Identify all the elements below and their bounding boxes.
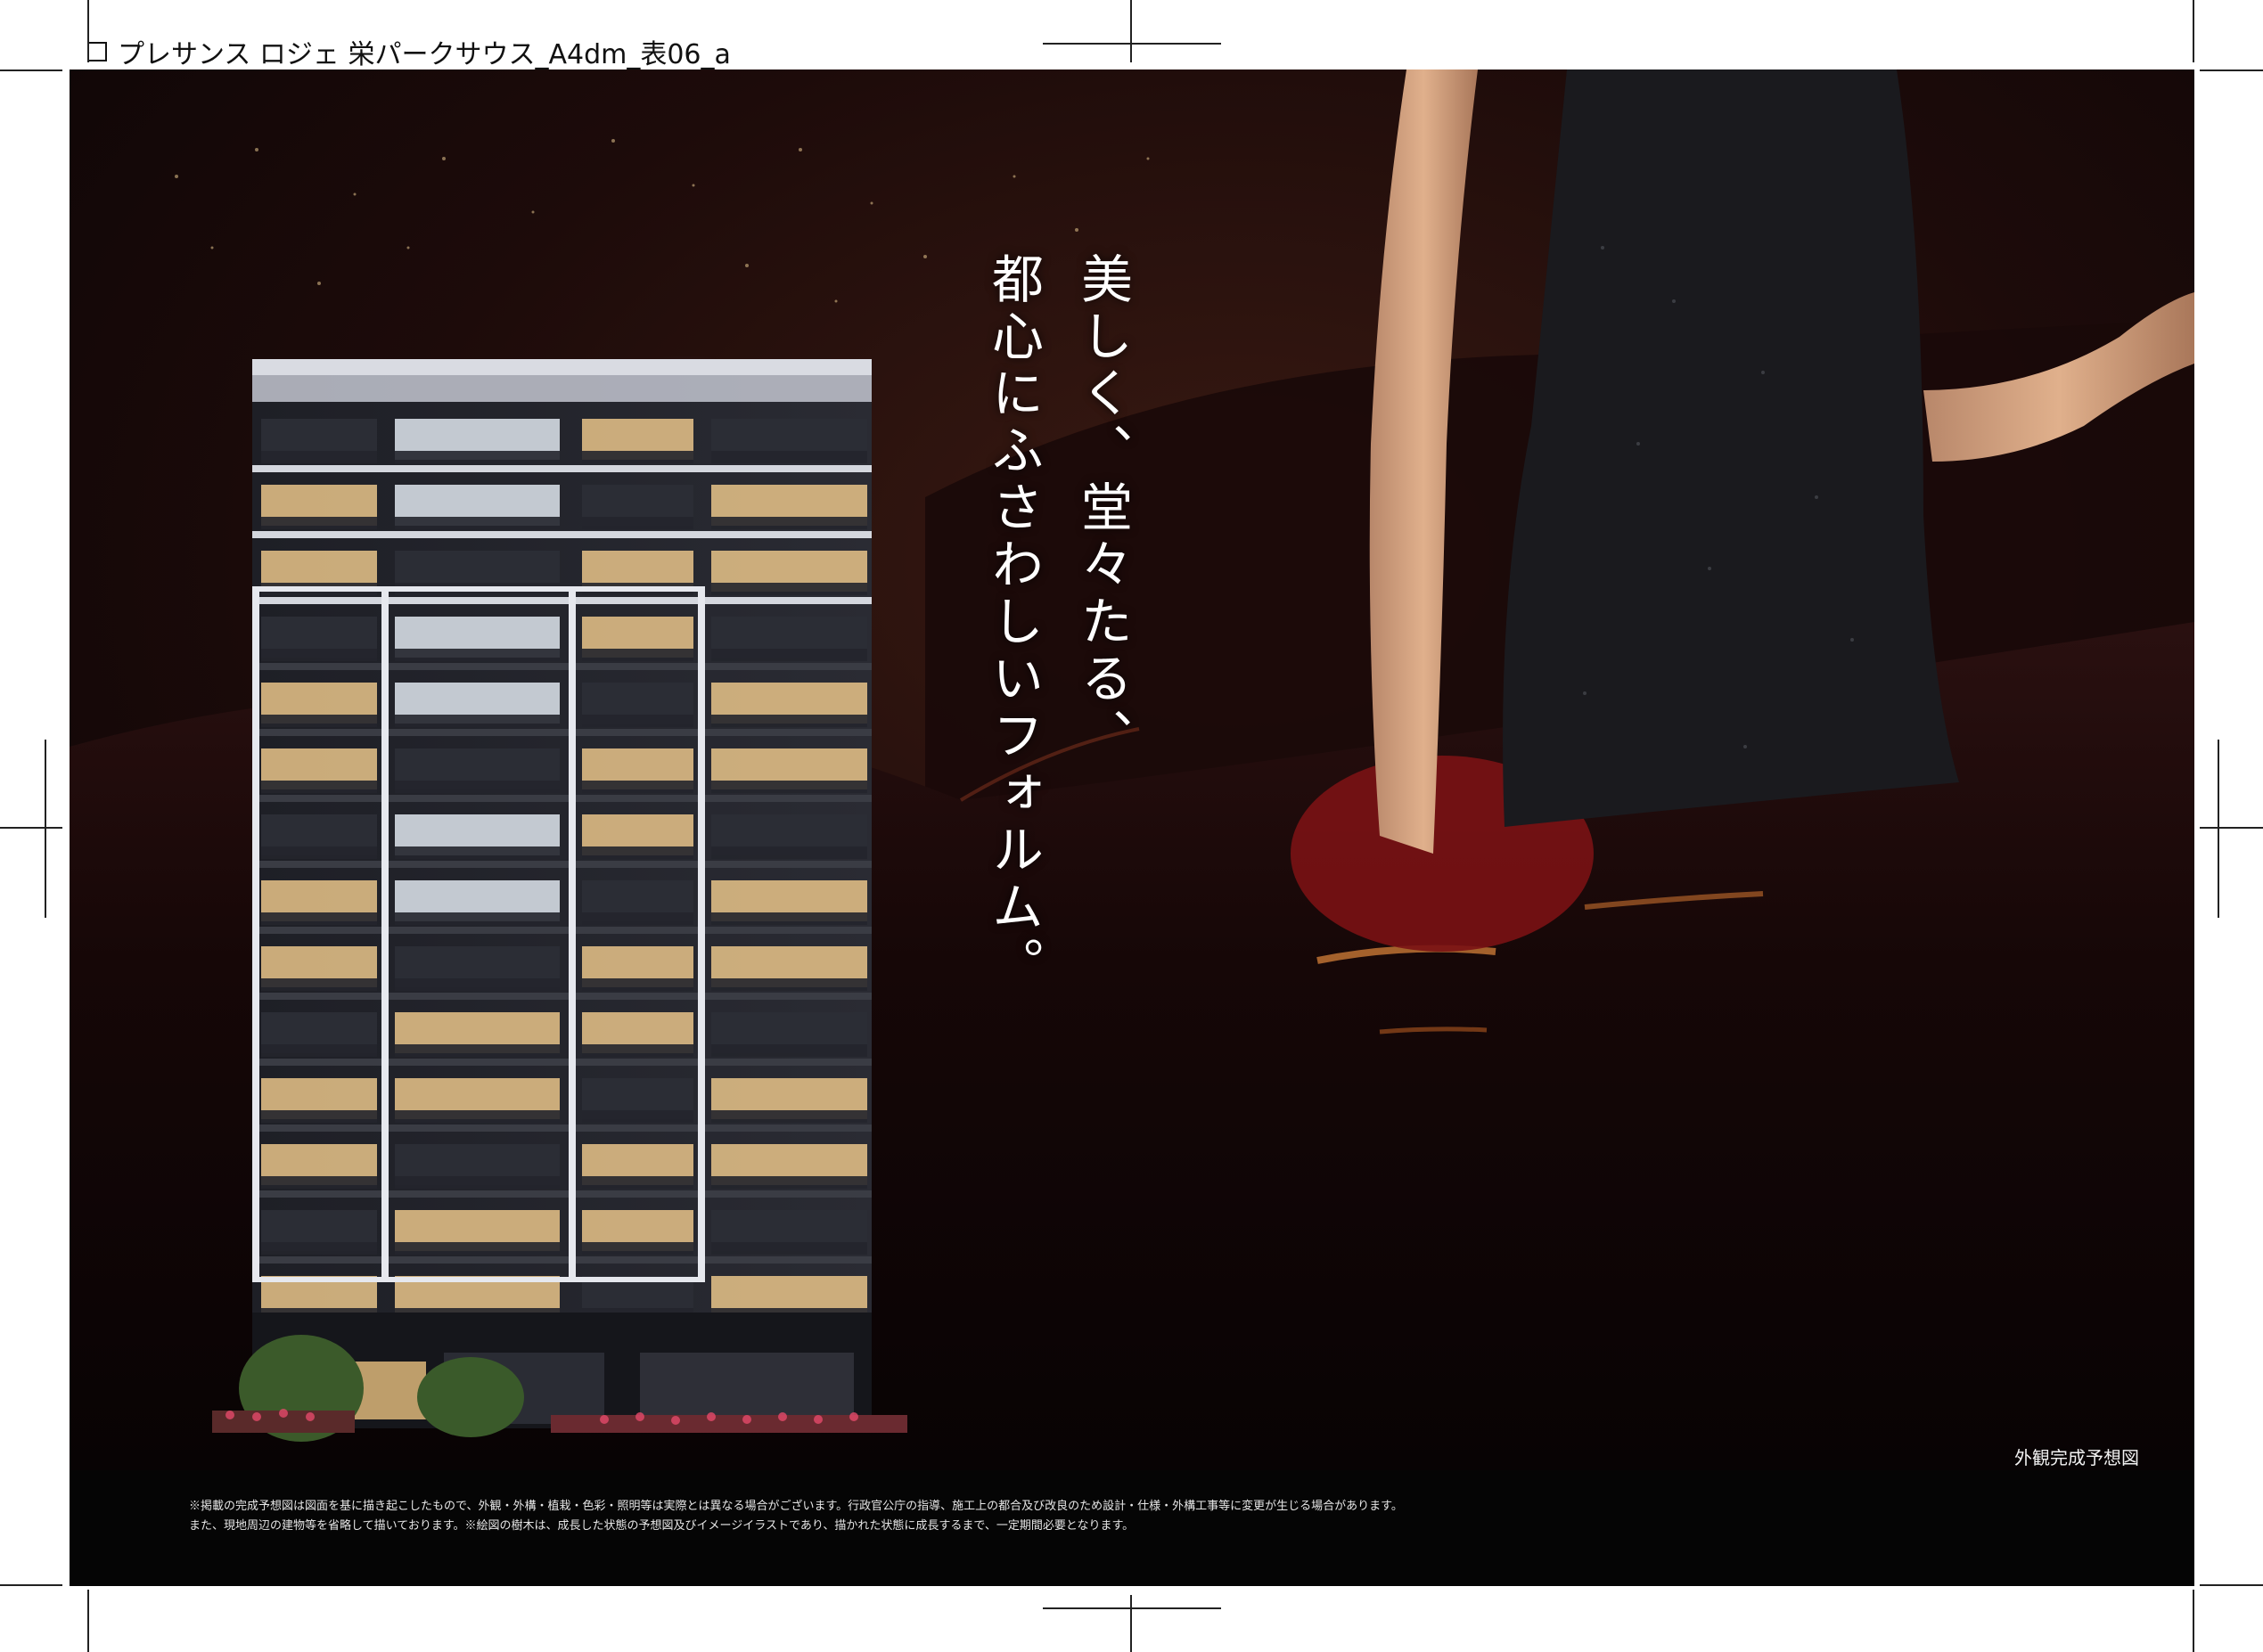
- headline: 美しく、堂々たる、 都心にふさわしいフォルム。: [969, 252, 1147, 994]
- print-slug: プレサンス ロジェ 栄パークサウス_A4dm_表06_a: [87, 32, 731, 71]
- brochure-spread: 美しく、堂々たる、 都心にふさわしいフォルム。 外観完成予想図 ※掲載の完成予想…: [70, 70, 2194, 1586]
- building-rendering: [212, 359, 907, 1442]
- headline-line-1: 美しく、堂々たる、: [1072, 252, 1133, 765]
- checkbox-square-icon: [87, 42, 107, 61]
- disclaimer-line-1: ※掲載の完成予想図は図面を基に描き起こしたもので、外観・外構・植栽・色彩・照明等…: [189, 1500, 1403, 1513]
- image-caption: 外観完成予想図: [2014, 1447, 2139, 1468]
- disclaimer: ※掲載の完成予想図は図面を基に描き起こしたもので、外観・外構・植栽・色彩・照明等…: [189, 1497, 1403, 1536]
- slug-text: プレサンス ロジェ 栄パークサウス_A4dm_表06_a: [118, 39, 731, 70]
- disclaimer-line-2: また、現地周辺の建物等を省略して描いております。※絵図の樹木は、成長した状態の予…: [189, 1519, 1135, 1533]
- headline-line-2: 都心にふさわしいフォルム。: [983, 252, 1044, 994]
